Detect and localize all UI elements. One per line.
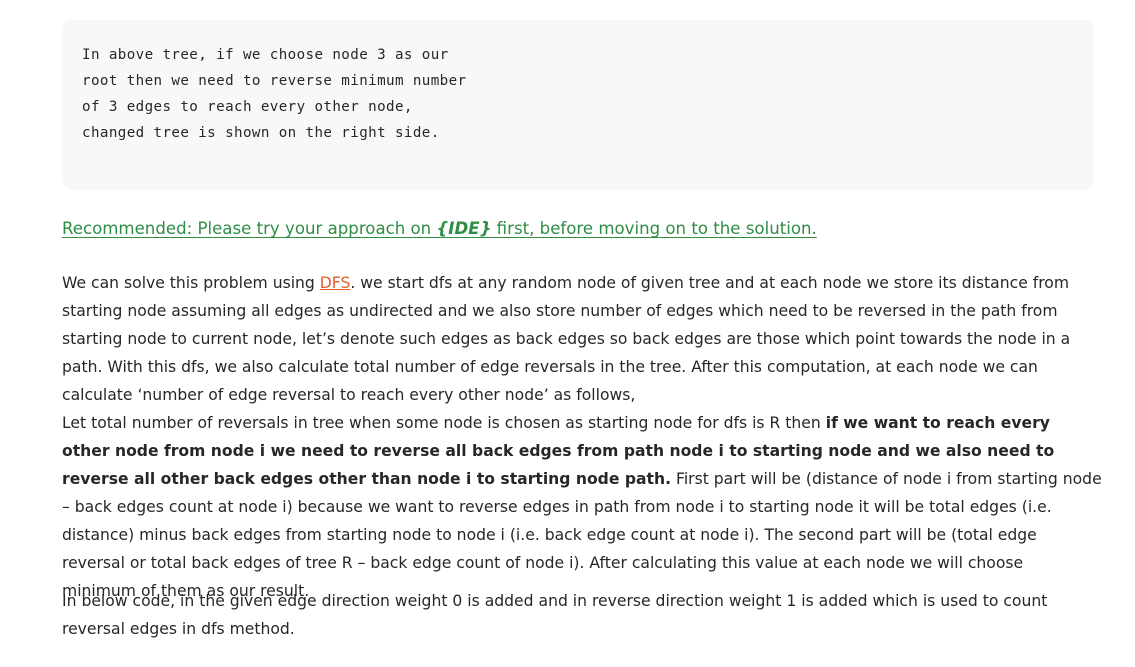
- code-note-paragraph: In below code, in the given edge directi…: [62, 592, 1048, 638]
- paragraph1-text-2: . we start dfs at any random node of giv…: [62, 274, 1071, 404]
- dfs-link[interactable]: DFS: [320, 274, 351, 292]
- code-line-3: of 3 edges to reach every other node,: [82, 99, 413, 115]
- code-line-2: root then we need to reverse minimum num…: [82, 73, 467, 89]
- recommended-suffix: first, before moving on to the solution.: [491, 219, 817, 238]
- explanation-paragraph: We can solve this problem using DFS. we …: [62, 269, 1102, 605]
- paragraph1-text-4: First part will be (distance of node i f…: [62, 470, 1102, 600]
- code-block: In above tree, if we choose node 3 as ou…: [62, 20, 1094, 190]
- code-line-1: In above tree, if we choose node 3 as ou…: [82, 47, 449, 63]
- recommended-practice-link[interactable]: Recommended: Please try your approach on…: [62, 215, 817, 243]
- recommended-prefix: Recommended: Please try your approach on: [62, 219, 437, 238]
- code-line-4: changed tree is shown on the right side.: [82, 125, 440, 141]
- paragraph1-text-3: Let total number of reversals in tree wh…: [62, 414, 826, 432]
- paragraph1-text-1: We can solve this problem using: [62, 274, 320, 292]
- recommended-ide: {IDE}: [436, 219, 492, 238]
